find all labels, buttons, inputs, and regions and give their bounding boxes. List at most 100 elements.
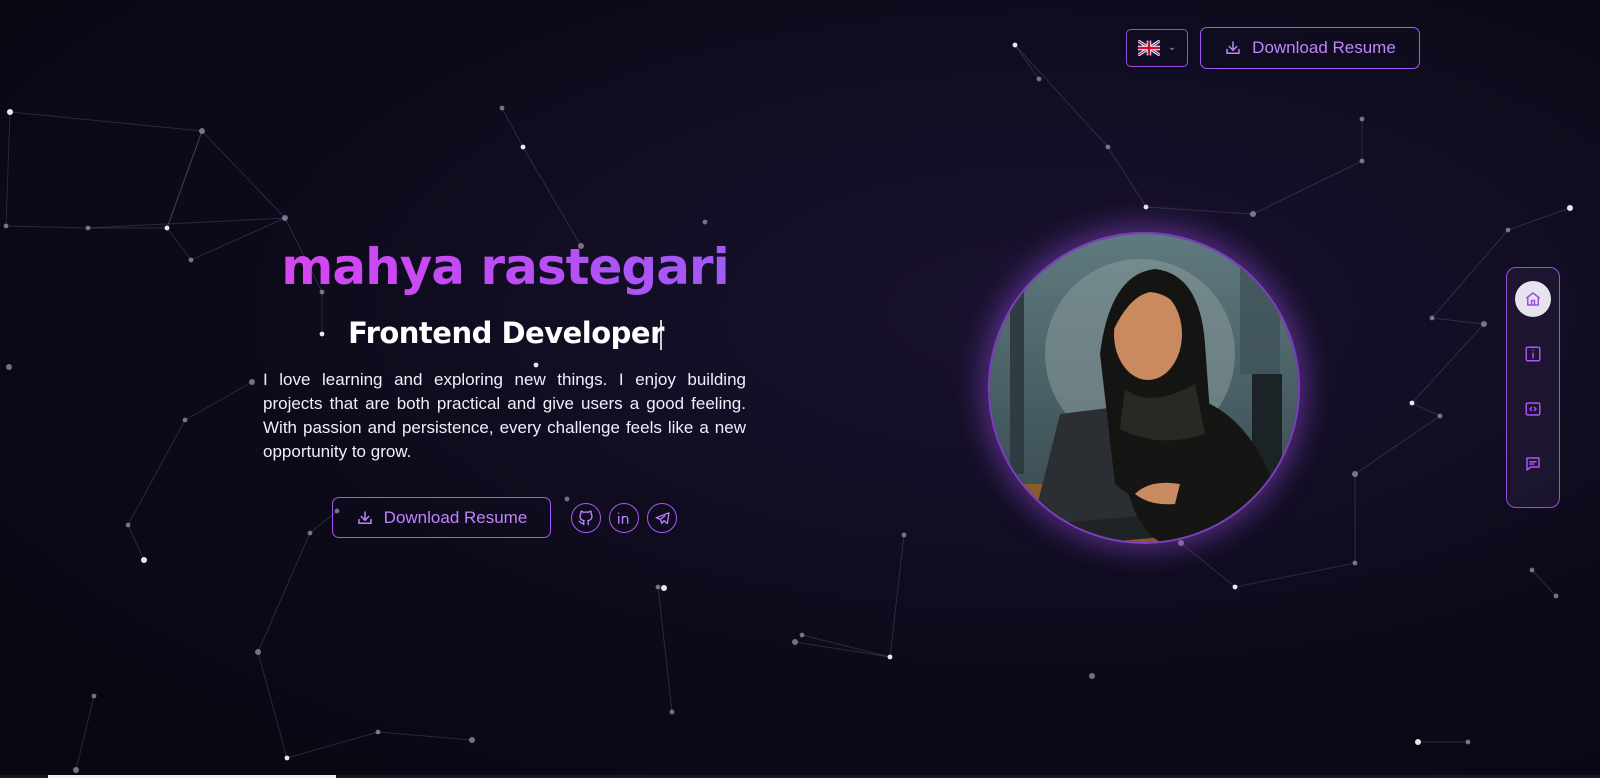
network-node xyxy=(1105,144,1111,150)
network-node xyxy=(1359,116,1365,122)
network-node xyxy=(669,709,675,715)
network-link xyxy=(127,524,145,561)
network-link xyxy=(166,227,192,261)
message-icon xyxy=(1526,457,1540,471)
network-node xyxy=(182,417,188,423)
network-node xyxy=(255,649,261,655)
network-link xyxy=(5,111,11,227)
network-link xyxy=(1014,44,1109,148)
network-link xyxy=(9,111,203,132)
network-node xyxy=(661,585,667,591)
network-node xyxy=(199,128,205,134)
side-navigation xyxy=(1506,267,1560,508)
network-link xyxy=(794,641,891,658)
nav-projects-button[interactable] xyxy=(1515,391,1551,427)
network-link xyxy=(1411,323,1485,404)
network-link xyxy=(1507,207,1571,231)
network-node xyxy=(1359,158,1365,164)
network-link xyxy=(1411,402,1441,417)
network-link xyxy=(257,532,311,653)
network-node xyxy=(3,223,9,229)
network-node xyxy=(141,557,147,563)
network-node xyxy=(1178,540,1184,546)
network-node xyxy=(887,654,893,660)
network-node xyxy=(1481,321,1487,327)
network-link xyxy=(522,146,582,247)
network-link xyxy=(1107,146,1147,208)
network-node xyxy=(375,729,381,735)
github-icon xyxy=(578,510,593,526)
telegram-icon xyxy=(654,511,670,524)
network-node xyxy=(1352,560,1358,566)
network-node xyxy=(7,109,13,115)
download-resume-button[interactable]: Download Resume xyxy=(1200,27,1420,69)
network-link xyxy=(1431,229,1509,319)
network-node xyxy=(1232,584,1238,590)
typing-caret xyxy=(659,320,662,350)
network-node xyxy=(1437,413,1443,419)
network-node xyxy=(1567,205,1573,211)
network-link xyxy=(501,107,524,148)
network-link xyxy=(1234,562,1356,588)
nav-home-button[interactable] xyxy=(1515,281,1551,317)
network-link xyxy=(1180,542,1236,588)
network-node xyxy=(901,532,907,538)
network-link xyxy=(1014,44,1040,80)
info-icon xyxy=(1525,346,1541,362)
network-link xyxy=(1354,415,1441,475)
github-link[interactable] xyxy=(571,503,601,533)
network-node xyxy=(1250,211,1256,217)
network-link xyxy=(5,225,89,229)
hero-name: mahya rastegari xyxy=(250,238,760,296)
network-node xyxy=(655,584,661,590)
hero-bio: I love learning and exploring new things… xyxy=(263,370,746,461)
network-node xyxy=(1415,739,1421,745)
telegram-link[interactable] xyxy=(647,503,677,533)
network-node xyxy=(792,639,798,645)
network-node xyxy=(1465,739,1471,745)
network-link xyxy=(657,586,673,713)
network-node xyxy=(164,225,170,231)
uk-flag-icon xyxy=(1137,40,1160,56)
network-node xyxy=(91,693,97,699)
network-link xyxy=(127,419,186,526)
network-node xyxy=(1036,76,1042,82)
network-node xyxy=(125,522,131,528)
linkedin-icon xyxy=(618,512,629,524)
network-link xyxy=(377,731,473,741)
network-node xyxy=(282,215,288,221)
linkedin-link[interactable] xyxy=(609,503,639,533)
hero-download-resume-label: Download Resume xyxy=(383,507,528,527)
network-link xyxy=(75,695,95,771)
network-link xyxy=(1145,206,1254,215)
network-link xyxy=(257,651,288,759)
network-node xyxy=(564,496,570,502)
network-node xyxy=(1505,227,1511,233)
particle-network-background xyxy=(3,42,1573,773)
network-node xyxy=(702,219,708,225)
network-link xyxy=(184,381,253,421)
nav-contact-button[interactable] xyxy=(1515,446,1551,482)
download-icon xyxy=(357,510,372,524)
network-node xyxy=(520,144,526,150)
network-link xyxy=(801,634,891,658)
network-link xyxy=(1252,160,1363,215)
download-icon xyxy=(1226,41,1240,54)
network-link xyxy=(201,130,286,219)
network-node xyxy=(1529,567,1535,573)
network-node xyxy=(307,530,313,536)
download-resume-label: Download Resume xyxy=(1252,38,1396,57)
network-link xyxy=(286,731,379,759)
network-node xyxy=(469,737,475,743)
network-node xyxy=(1352,471,1358,477)
network-node xyxy=(1143,204,1149,210)
network-node xyxy=(1429,315,1435,321)
network-link xyxy=(889,534,905,658)
language-select[interactable]: ⌄ xyxy=(1126,29,1188,67)
network-node xyxy=(188,257,194,263)
hero-download-resume-button[interactable]: Download Resume xyxy=(332,497,551,538)
nav-about-button[interactable] xyxy=(1515,336,1551,372)
profile-avatar xyxy=(988,232,1300,544)
network-node xyxy=(1089,673,1095,679)
network-node xyxy=(499,105,505,111)
